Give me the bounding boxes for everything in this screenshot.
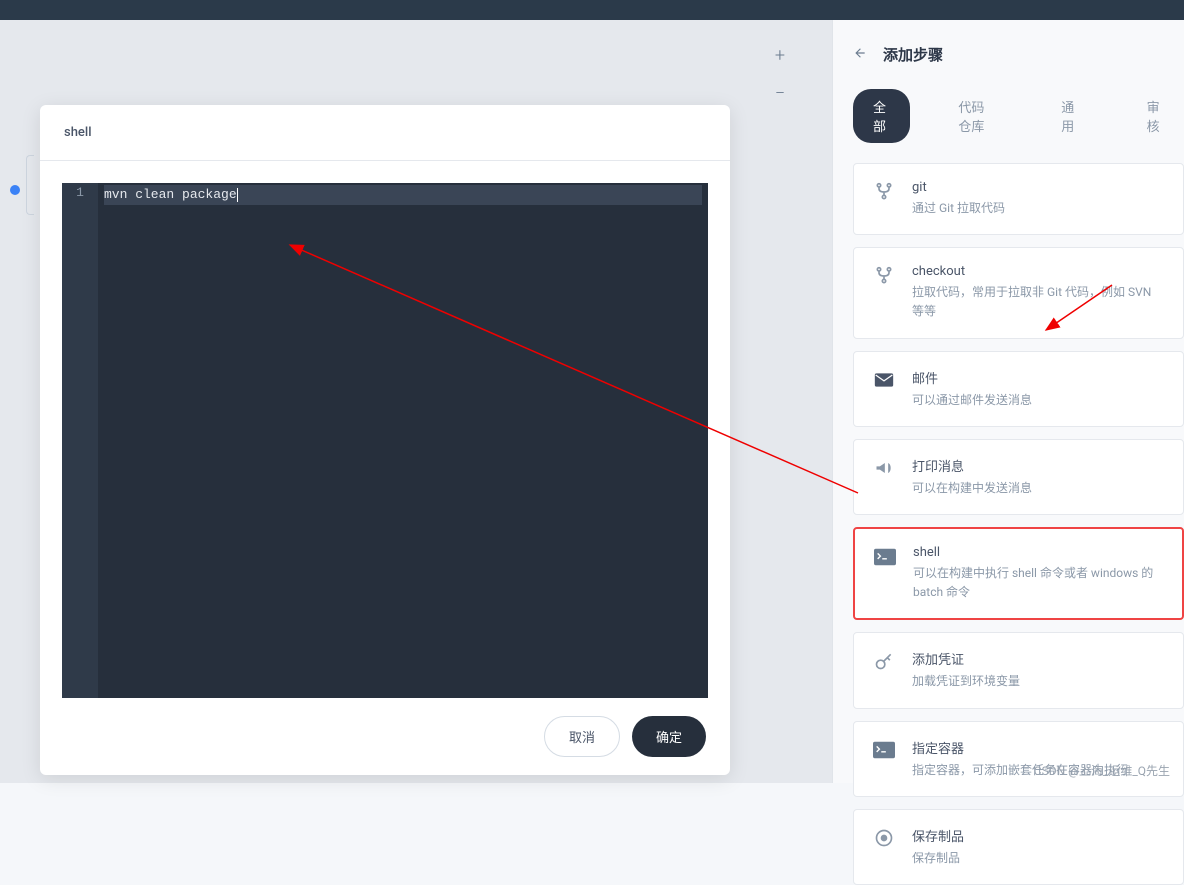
step-desc: 可以通过邮件发送消息 [912, 391, 1165, 410]
step-item-container[interactable]: 指定容器 指定容器，可添加嵌套任务在容器内执行 [853, 721, 1184, 797]
sidebar-title: 添加步骤 [883, 44, 943, 65]
top-header [0, 0, 1184, 20]
modal-footer: 取消 确定 [40, 698, 730, 775]
confirm-button[interactable]: 确定 [632, 716, 706, 757]
code-editor[interactable]: 1 mvn clean package [62, 183, 708, 698]
zoom-out-button[interactable]: − [770, 83, 790, 103]
terminal-icon [872, 738, 896, 762]
step-title: 指定容器 [912, 738, 1165, 757]
step-title: 保存制品 [912, 826, 1165, 845]
branch-icon [872, 180, 896, 204]
tab-general[interactable]: 通用 [1041, 89, 1098, 143]
tab-all[interactable]: 全部 [853, 89, 910, 143]
step-desc: 加载凭证到环境变量 [912, 672, 1165, 691]
step-title: checkout [912, 264, 1165, 279]
disc-icon [872, 826, 896, 850]
zoom-in-button[interactable]: + [770, 45, 790, 65]
step-desc: 通过 Git 拉取代码 [912, 199, 1165, 218]
step-desc: 可以在构建中执行 shell 命令或者 windows 的 batch 命令 [913, 564, 1164, 602]
sidebar-header: 添加步骤 [853, 44, 1184, 65]
mail-icon [872, 368, 896, 392]
step-item-credentials[interactable]: 添加凭证 加载凭证到环境变量 [853, 632, 1184, 708]
watermark: CSDN @上海_运维_Q先生 [1034, 762, 1170, 779]
step-title: 邮件 [912, 368, 1165, 387]
tabs: 全部 代码仓库 通用 审核 [853, 89, 1184, 143]
step-desc: 保存制品 [912, 849, 1165, 868]
step-item-artifact[interactable]: 保存制品 保存制品 [853, 809, 1184, 885]
tab-review[interactable]: 审核 [1127, 89, 1184, 143]
step-desc: 拉取代码，常用于拉取非 Git 代码，例如 SVN 等等 [912, 283, 1165, 321]
step-title: 打印消息 [912, 456, 1165, 475]
zoom-controls: + − [770, 45, 790, 103]
shell-modal: shell 1 mvn clean package 取消 确定 [40, 105, 730, 775]
step-title: git [912, 180, 1165, 195]
line-number: 1 [62, 183, 98, 203]
horn-icon [872, 456, 896, 480]
step-title: 添加凭证 [912, 649, 1165, 668]
branch-icon [872, 264, 896, 288]
step-item-git[interactable]: git 通过 Git 拉取代码 [853, 163, 1184, 235]
key-icon [872, 649, 896, 673]
modal-title: shell [40, 105, 730, 161]
step-item-checkout[interactable]: checkout 拉取代码，常用于拉取非 Git 代码，例如 SVN 等等 [853, 247, 1184, 338]
code-text: mvn clean package [104, 187, 237, 202]
step-title: shell [913, 545, 1164, 560]
back-arrow-icon[interactable] [853, 45, 867, 64]
code-content[interactable]: mvn clean package [98, 183, 708, 698]
step-item-print[interactable]: 打印消息 可以在构建中发送消息 [853, 439, 1184, 515]
step-desc: 可以在构建中发送消息 [912, 479, 1165, 498]
step-item-shell[interactable]: shell 可以在构建中执行 shell 命令或者 windows 的 batc… [853, 527, 1184, 620]
add-step-sidebar: 添加步骤 全部 代码仓库 通用 审核 git 通过 Git 拉取代码 check… [832, 20, 1184, 783]
cancel-button[interactable]: 取消 [544, 716, 620, 757]
tab-code-repo[interactable]: 代码仓库 [938, 89, 1013, 143]
step-item-mail[interactable]: 邮件 可以通过邮件发送消息 [853, 351, 1184, 427]
line-numbers: 1 [62, 183, 98, 698]
terminal-icon [873, 545, 897, 569]
